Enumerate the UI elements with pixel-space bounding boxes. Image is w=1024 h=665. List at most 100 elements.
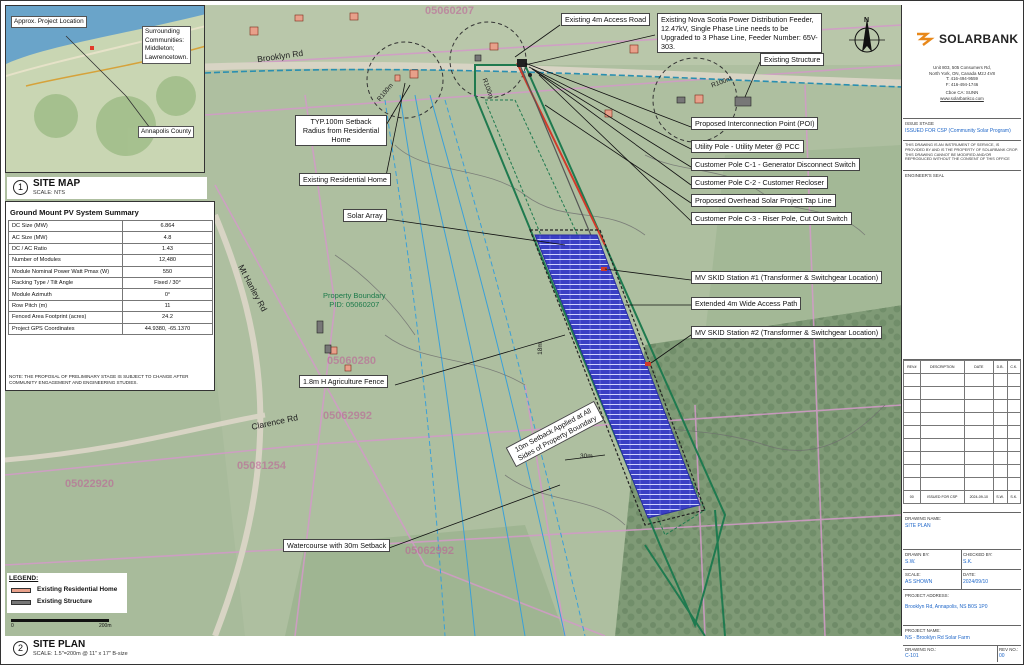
scale-bar-start: 0 (11, 623, 14, 629)
project-name-label: PROJECT NAME: (905, 628, 941, 633)
tb-scale-date: SCALE: AS SHOWN DATE: 2024/09/10 (903, 570, 1021, 590)
address-line: F: 416-494-1746 (945, 81, 979, 87)
site-plan-scale: SCALE: 1.5"=200m @ 11" x 17" B-size (33, 651, 128, 657)
revision-cell (992, 373, 1008, 387)
revision-cell (919, 464, 966, 478)
revision-cell: ISSUED FOR CSP (919, 490, 966, 504)
parcel-number: 05060207 (425, 5, 474, 17)
summary-note: NOTE: THE PROPOSAL OF PRELIMINARY STAGE … (9, 374, 189, 385)
tb-project-address: PROJECT ADDRESS: Brooklyn Rd, Annapolis,… (903, 590, 1021, 626)
summary-row: Project GPS Coordinates 44.9380, -65.1370 (8, 322, 213, 335)
checked-by-label: CHECKED BY: (963, 552, 993, 557)
revision-cell (992, 451, 1008, 465)
summary-row: Module Azimuth 0° (8, 288, 213, 301)
revision-cell (964, 412, 994, 426)
callout-feeder: Existing Nova Scotia Power Distribution … (657, 13, 822, 53)
revision-empty-row (903, 438, 1022, 452)
revision-cell: S.W. (992, 490, 1008, 504)
summary-row: Row Pitch (m) 11 (8, 299, 213, 313)
communities-line: Lawrencetown. (145, 53, 188, 61)
inset-county: Annapolis County (138, 126, 195, 138)
revision-empty-row (903, 477, 1022, 491)
callout-setback-radius: TYP.100m Setback Radius from Residential… (295, 115, 387, 146)
summary-label: AC Size (MW) (8, 231, 123, 244)
revision-empty-row (903, 386, 1022, 400)
site-plan-title: 2 SITE PLAN SCALE: 1.5"=200m @ 11" x 17"… (7, 637, 267, 661)
site-map-scale: SCALE: NTS (33, 190, 66, 196)
legend-swatch-home (11, 588, 31, 593)
revision-cell (1006, 425, 1022, 439)
summary-grid: DC Size (MW) 6.864 AC Size (MW) 4.8 DC / AC … (8, 219, 213, 335)
summary-value: 11 (122, 299, 213, 313)
callout-residential-home: Existing Residential Home (299, 173, 391, 186)
rev-no-label: REV NO.: (999, 647, 1019, 652)
revision-empty-row (903, 412, 1022, 426)
scale-bar-line (11, 619, 109, 622)
property-boundary-label: Property Boundary PID: 05060207 (323, 291, 386, 309)
callout-poi: Proposed Interconnection Point (POI) (691, 117, 819, 130)
date-value: 2024/09/10 (963, 579, 989, 585)
date-label: DATE: (963, 572, 976, 577)
tb-project-name: PROJECT NAME: NS - Brooklyn Rd Solar Far… (903, 626, 1021, 646)
utility-pole (528, 73, 532, 77)
svg-text:N: N (864, 17, 869, 24)
tb-drawing-no: DRAWING NO.: C-101 REV NO.: 00 (903, 646, 1021, 662)
communities-line: Middleton; (145, 45, 175, 52)
revision-cell: S.K. (1006, 490, 1022, 504)
revision-empty-row (903, 451, 1022, 465)
revision-cell (1006, 438, 1022, 452)
summary-row: DC Size (MW) 6.864 (8, 219, 213, 233)
scale-bar: 0 200m (9, 617, 119, 629)
legend-label-structure: Existing Structure (37, 598, 93, 605)
revision-cell (964, 477, 994, 491)
legend-label-home: Existing Residential Home (37, 586, 118, 593)
revision-cell: 2024-09-10 (964, 490, 994, 504)
revision-cell (992, 438, 1008, 452)
summary-value: 0° (122, 288, 213, 301)
summary-row: DC / AC Ratio 1.43 (8, 242, 213, 256)
tb-drawn-checked: DRAWN BY: S.W. CHECKED BY: S.K. (903, 550, 1021, 570)
summary-value: Fixed / 30° (122, 276, 213, 290)
rev-no-value: 00 (999, 653, 1005, 659)
tb-seal: ENGINEER'S SEAL (903, 171, 1021, 360)
revision-cell (964, 373, 994, 387)
inset-communities: Surrounding Communities: Middleton; Lawr… (142, 26, 191, 64)
revision-cell (903, 425, 921, 439)
summary-label: Racking Type / Tilt Angle (8, 276, 123, 290)
callout-skid-2: MV SKID Station #2 (Transformer & Switch… (691, 326, 883, 339)
callout-watercourse: Watercourse with 30m Setback (283, 539, 391, 552)
dim-label: 18m (536, 342, 544, 355)
revision-header: DESCRIPTION (919, 360, 966, 374)
summary-label: DC / AC Ratio (8, 242, 123, 256)
company-name: SOLARBANK (939, 32, 1019, 46)
communities-line: Communities: (145, 36, 185, 44)
revision-cell (992, 477, 1008, 491)
summary-label: Fenced Area Footprint (acres) (8, 311, 123, 324)
revision-cell (1006, 451, 1022, 465)
tb-issue-stage: ISSUE STAGE ISSUED FOR CSP (Community So… (903, 119, 1021, 141)
revision-cell (964, 399, 994, 413)
drawn-by-value: S.W. (905, 559, 916, 565)
solarbank-logo-icon (917, 32, 935, 46)
revision-cell (1006, 412, 1022, 426)
site-plan-heading: SITE PLAN (33, 639, 86, 650)
callout-fence: 1.8m H Agriculture Fence (299, 375, 389, 388)
legend-title: LEGEND: (9, 575, 39, 582)
revision-cell (1006, 477, 1022, 491)
callout-tap-line: Proposed Overhead Solar Project Tap Line (691, 194, 836, 207)
project-address-label: PROJECT ADDRESS: (905, 593, 949, 598)
summary-value: 550 (122, 265, 213, 278)
revision-cell (964, 451, 994, 465)
revision-cell: 00 (903, 490, 921, 504)
revision-cell (903, 399, 921, 413)
callout-access-road: Existing 4m Access Road (561, 13, 651, 26)
revision-cell (992, 386, 1008, 400)
parcel-number: 05062992 (405, 545, 454, 557)
revision-cell (903, 464, 921, 478)
callout-existing-structure: Existing Structure (760, 53, 825, 66)
revision-cell (992, 412, 1008, 426)
revision-cell (964, 438, 994, 452)
callout-utility-pole: Utility Pole - Utility Meter @ PCC (691, 140, 804, 153)
revision-cell (919, 451, 966, 465)
callout-solar-array: Solar Array (343, 209, 387, 222)
